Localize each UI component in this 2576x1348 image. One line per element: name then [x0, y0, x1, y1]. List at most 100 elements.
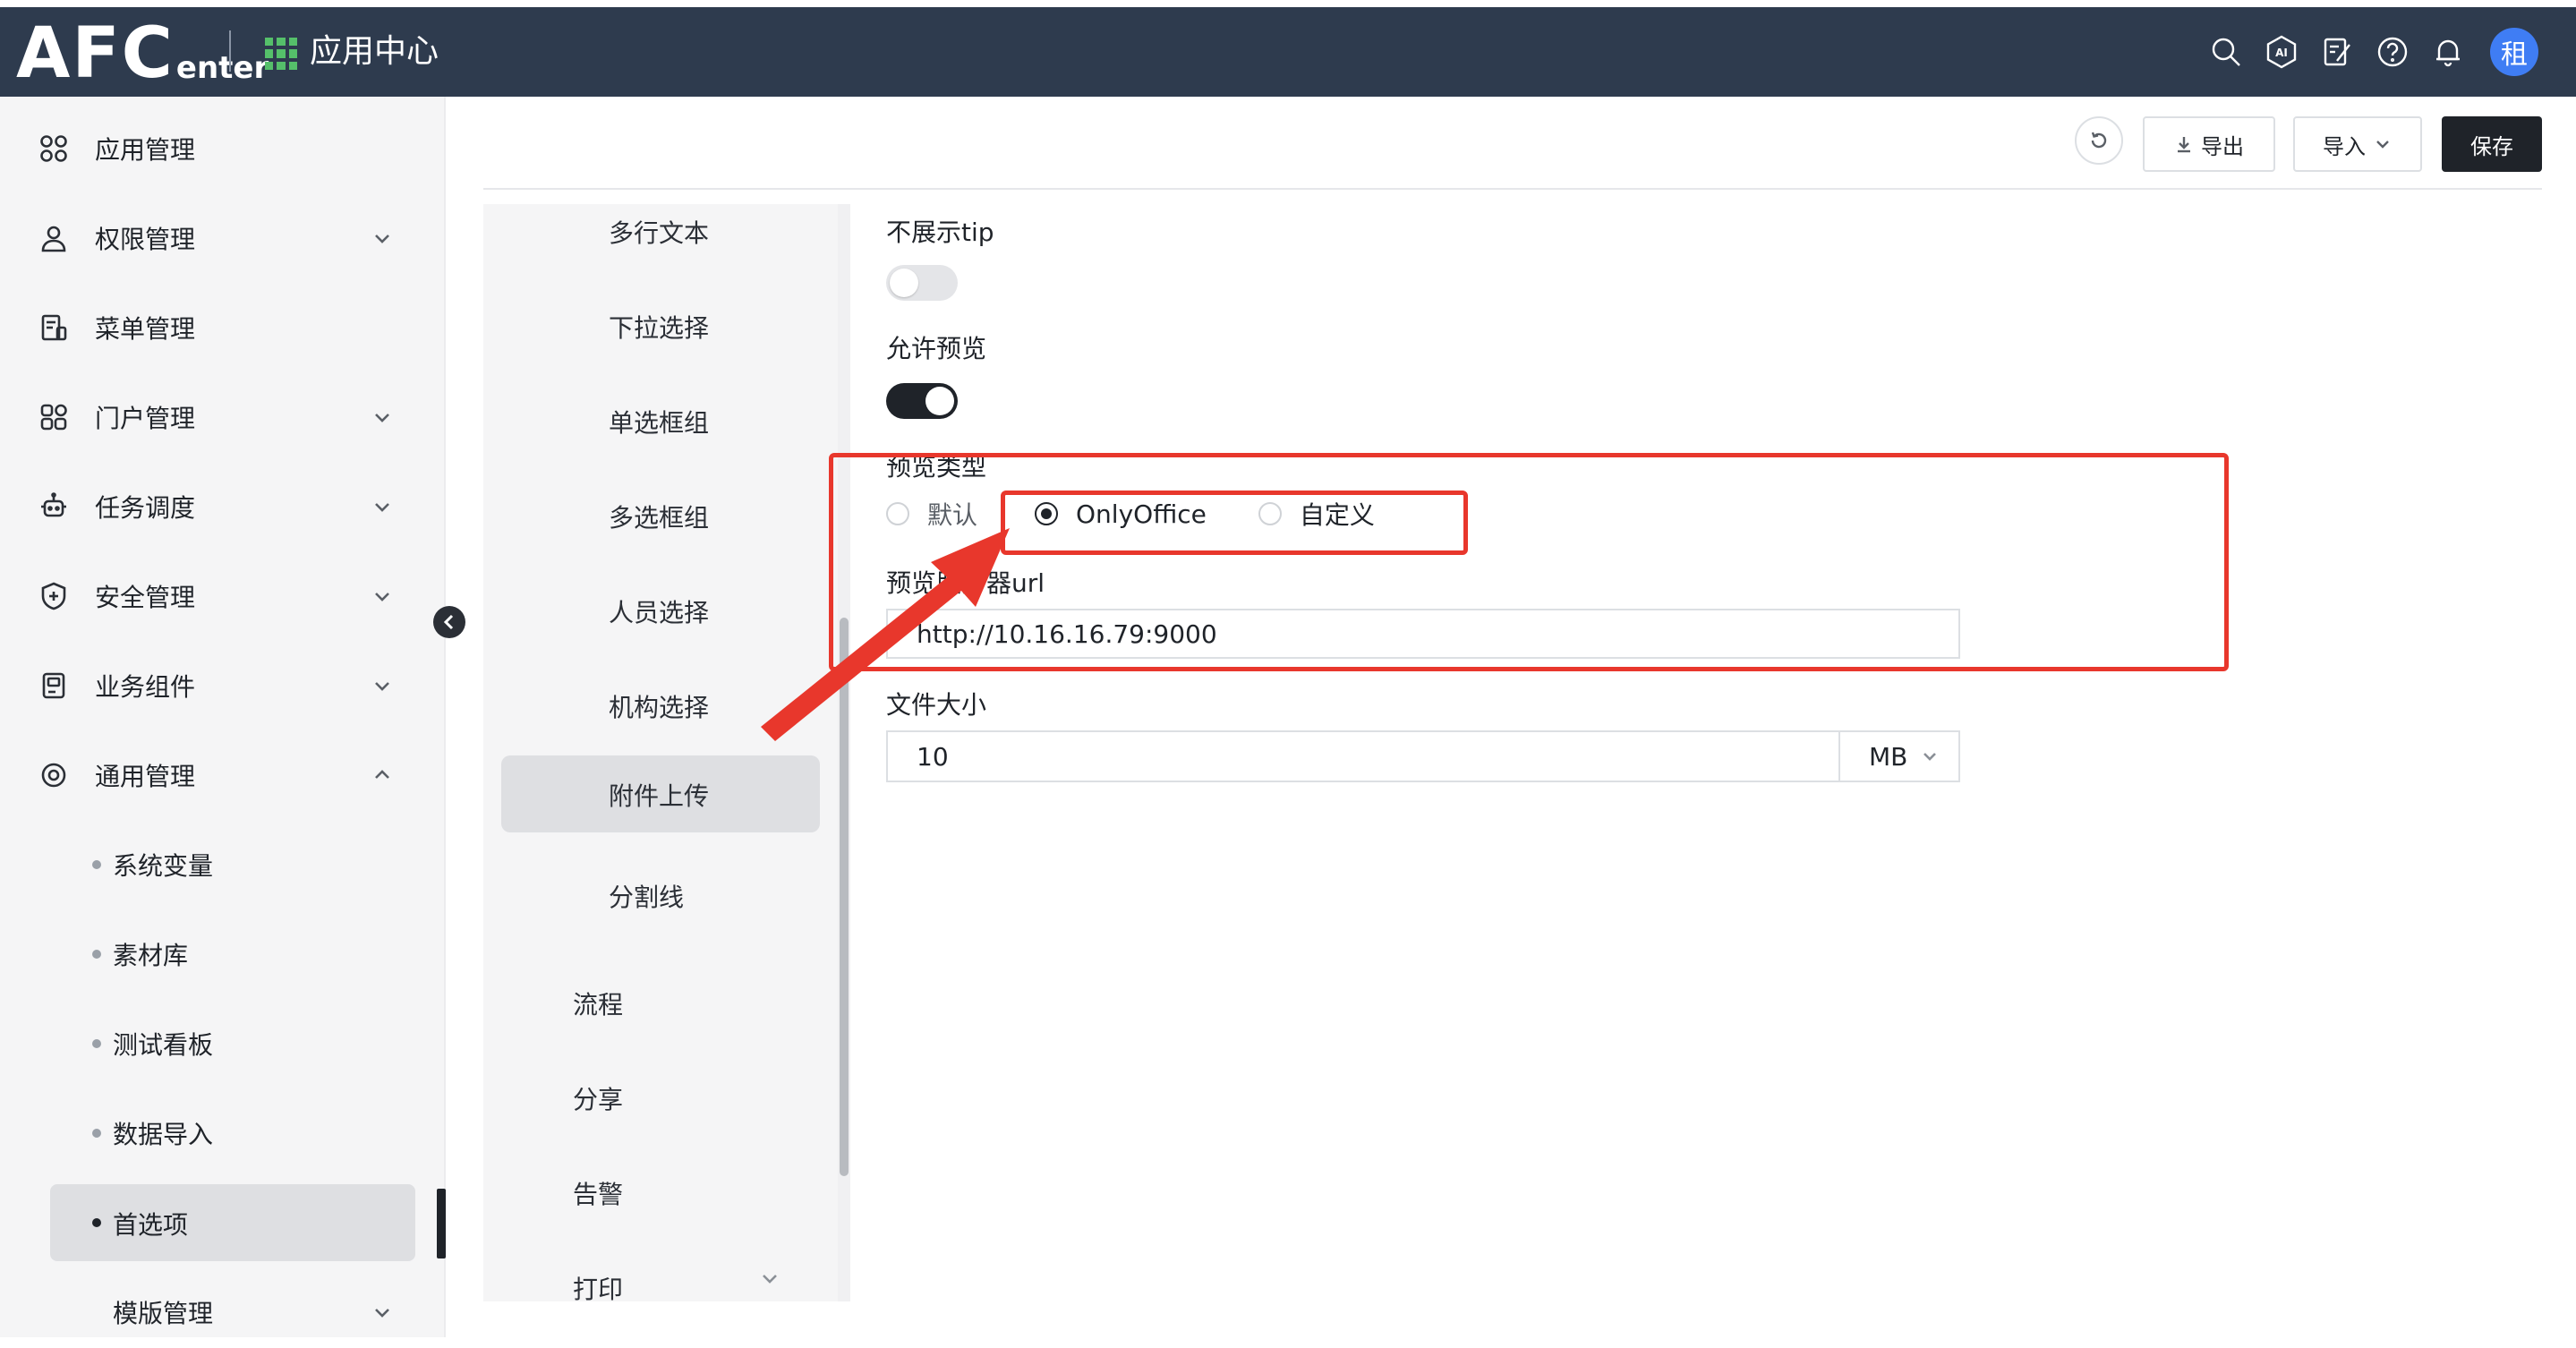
sidebar-item-label: 应用管理: [95, 135, 196, 165]
sidebar-item-app-management[interactable]: 应用管理: [0, 113, 446, 184]
chevron-up-icon: [371, 764, 394, 787]
sidebar-subitem-label: 数据导入: [113, 1120, 214, 1149]
sidebar-subitem-system-variables[interactable]: 系统变量: [0, 829, 446, 900]
chevron-down-icon: [371, 1301, 394, 1324]
sidebar-item-label: 任务调度: [95, 493, 196, 523]
search-icon[interactable]: [2205, 31, 2247, 73]
file-size-unit-select[interactable]: MB: [1838, 730, 1960, 782]
list-item-label: 告警: [573, 1180, 624, 1209]
sidebar: 应用管理 权限管理 菜单管理 门户管理 任务调度 安全管理 业务组件 通用管理 …: [0, 97, 446, 1337]
app-center-title[interactable]: 应用中心: [310, 32, 439, 72]
sidebar-item-label: 安全管理: [95, 583, 196, 612]
hide-tip-switch[interactable]: [886, 265, 958, 301]
list-item-label: 机构选择: [609, 693, 710, 722]
list-item-process[interactable]: 流程: [483, 965, 840, 1042]
bullet-dot: [92, 1039, 101, 1048]
toolbar-divider: [483, 188, 2542, 190]
list-item-label: 分享: [573, 1085, 624, 1114]
sidebar-subitem-data-import[interactable]: 数据导入: [0, 1097, 446, 1169]
chevron-down-icon: [371, 674, 394, 697]
help-icon[interactable]: [2372, 31, 2413, 73]
list-item-label: 打印: [573, 1275, 624, 1301]
sidebar-collapse-button[interactable]: [433, 606, 465, 638]
logo-main-text: AFC: [16, 13, 175, 94]
header-actions: AI 租: [2205, 28, 2538, 76]
ai-icon[interactable]: AI: [2261, 31, 2302, 73]
import-dropdown-button[interactable]: 导入: [2293, 116, 2422, 172]
switch-knob: [890, 269, 918, 297]
list-item-dropdown-select[interactable]: 下拉选择: [483, 288, 840, 365]
export-button[interactable]: 导出: [2143, 116, 2275, 172]
sidebar-item-label: 门户管理: [95, 404, 196, 433]
sidebar-subitem-test-dashboard[interactable]: 测试看板: [0, 1008, 446, 1079]
list-item-label: 分割线: [609, 883, 685, 912]
bullet-dot: [92, 1218, 101, 1227]
chevron-left-icon: [443, 614, 454, 630]
chevron-down-icon: [371, 584, 394, 608]
list-item-multiline-text[interactable]: 多行文本: [483, 204, 840, 270]
export-label: 导出: [2201, 133, 2244, 159]
chevron-down-icon: [759, 1267, 780, 1289]
user-icon: [38, 222, 70, 254]
list-item-print[interactable]: 打印: [483, 1250, 840, 1301]
sidebar-item-menu-management[interactable]: 菜单管理: [0, 292, 446, 363]
list-item-label: 附件上传: [609, 781, 710, 811]
allow-preview-label: 允许预览: [886, 334, 987, 363]
component-icon: [38, 670, 70, 702]
active-highlight: [50, 1184, 415, 1261]
sidebar-item-permission-management[interactable]: 权限管理: [0, 202, 446, 274]
app-grid-icon[interactable]: [265, 38, 297, 70]
sidebar-item-business-components[interactable]: 业务组件: [0, 650, 446, 721]
sidebar-subitem-label: 模版管理: [113, 1299, 214, 1328]
list-item-attachment-upload[interactable]: 附件上传: [483, 755, 840, 832]
sidebar-subitem-material-library[interactable]: 素材库: [0, 918, 446, 990]
user-avatar[interactable]: 租: [2490, 28, 2538, 76]
list-item-radio-group[interactable]: 单选框组: [483, 383, 840, 460]
bullet-dot: [92, 950, 101, 959]
bell-icon[interactable]: [2427, 31, 2469, 73]
hide-tip-label: 不展示tip: [886, 218, 994, 247]
chevron-down-icon: [1923, 753, 1937, 761]
sidebar-item-label: 菜单管理: [95, 314, 196, 344]
save-button[interactable]: 保存: [2442, 116, 2542, 172]
sidebar-subitem-label: 素材库: [113, 941, 189, 970]
grid-apps-icon: [38, 132, 70, 165]
sidebar-subitem-preferences[interactable]: 首选项: [0, 1184, 446, 1261]
chevron-down-icon: [371, 495, 394, 518]
header-divider: [229, 30, 231, 72]
list-item-label: 人员选择: [609, 598, 710, 627]
sidebar-item-task-scheduling[interactable]: 任务调度: [0, 471, 446, 542]
sidebar-subitem-label: 首选项: [113, 1210, 189, 1240]
chevron-down-icon: [371, 226, 394, 250]
target-icon: [38, 759, 70, 791]
sidebar-subitem-template-management[interactable]: 模版管理: [0, 1276, 446, 1348]
sidebar-subitem-label: 测试看板: [113, 1030, 214, 1060]
menu-doc-icon: [38, 311, 70, 344]
svg-text:AI: AI: [2275, 47, 2288, 59]
bullet-dot: [92, 860, 101, 869]
edit-note-icon[interactable]: [2316, 31, 2358, 73]
component-list-panel: 多行文本 下拉选择 单选框组 多选框组 人员选择 机构选择 附件上传 分割线 流…: [483, 204, 840, 1301]
list-item-alarm[interactable]: 告警: [483, 1155, 840, 1232]
refresh-button[interactable]: [2075, 116, 2123, 165]
chevron-down-icon: [371, 405, 394, 429]
sidebar-item-general-management[interactable]: 通用管理: [0, 739, 446, 811]
refresh-icon: [2091, 132, 2107, 149]
list-item-label: 下拉选择: [609, 313, 710, 343]
import-label: 导入: [2323, 133, 2366, 159]
sidebar-item-security-management[interactable]: 安全管理: [0, 560, 446, 632]
sidebar-item-portal-management[interactable]: 门户管理: [0, 381, 446, 453]
sidebar-item-label: 权限管理: [95, 225, 196, 254]
top-header: AFC enter 应用中心 AI 租: [0, 0, 2576, 97]
sidebar-item-label: 通用管理: [95, 762, 196, 791]
switch-knob: [925, 387, 954, 415]
annotation-highlight-box-inner: [1001, 491, 1468, 555]
list-item-label: 流程: [573, 990, 624, 1020]
list-item-divider[interactable]: 分割线: [483, 857, 840, 934]
chevron-down-icon: [2376, 141, 2389, 149]
allow-preview-switch[interactable]: [886, 383, 958, 419]
sidebar-item-label: 业务组件: [95, 672, 196, 702]
annotation-highlight-box: [829, 453, 2229, 671]
list-item-label: 单选框组: [609, 408, 710, 438]
list-item-share[interactable]: 分享: [483, 1060, 840, 1137]
